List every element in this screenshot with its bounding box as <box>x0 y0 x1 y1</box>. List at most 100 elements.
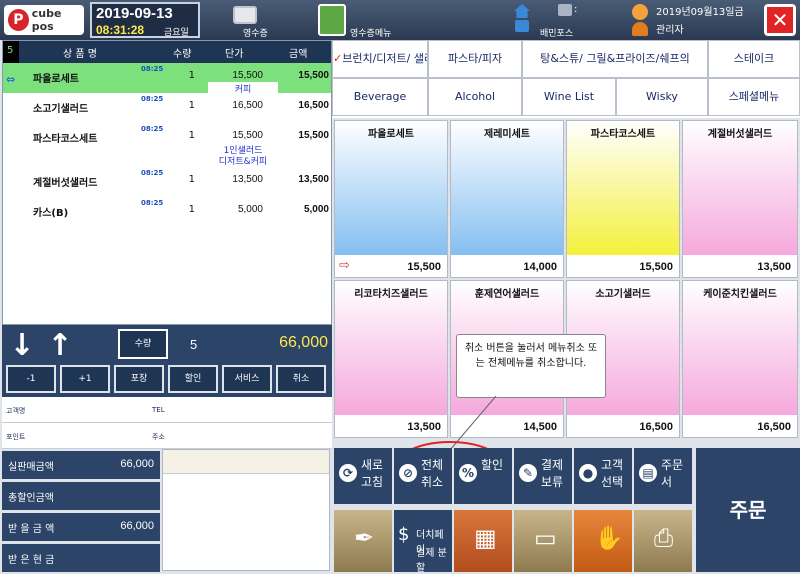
time-text: 08:31:28 <box>96 23 145 37</box>
tab-wine-list[interactable]: Wine List <box>522 78 616 116</box>
arrow-up-button[interactable]: ↑ <box>46 331 74 361</box>
plus-one-button[interactable]: +1 <box>60 365 110 393</box>
hand-coin-icon: ✋ <box>594 524 624 552</box>
receipt-menu-button[interactable]: 영수증메뉴 <box>318 4 408 39</box>
memo-input[interactable] <box>163 450 329 474</box>
menu-item[interactable]: 파올로세트 ⇨ 15,500 <box>334 120 448 278</box>
select-customer-button[interactable]: ● 고객 선택 <box>574 448 632 504</box>
card-button[interactable]: ▭ <box>514 510 572 572</box>
card-icon: ▭ <box>534 524 557 552</box>
summary-label: 총할인금액 <box>8 493 54 504</box>
cancel-item-button[interactable]: 취소 <box>276 365 326 393</box>
sign-button[interactable]: ✒ <box>334 510 392 572</box>
col-amount: 금액 <box>289 49 308 60</box>
cancel-all-button[interactable]: ⊘ 전체 취소 <box>394 448 452 504</box>
summary-value: 66,000 <box>120 458 154 470</box>
tab-alcohol[interactable]: Alcohol <box>428 78 522 116</box>
memo-area[interactable] <box>162 449 330 571</box>
tab-brunch[interactable]: ✓브런치/디저트/ 샐러드 <box>332 40 428 78</box>
pen-icon: ✎ <box>519 464 537 482</box>
dutch-pay-button[interactable]: $ 더치페이 결제 분할 <box>394 510 452 574</box>
action-label: 주문서 <box>661 458 684 489</box>
tab-label: 브런치/디저트/ 샐러드 <box>342 52 427 65</box>
order-list-header: 5 상 품 명 수량 단가 금액 <box>3 41 331 63</box>
delivery-pos-button[interactable]: : 배민포스 <box>512 2 588 39</box>
minus-one-button[interactable]: -1 <box>6 365 56 393</box>
receipt-label: 영수증 <box>243 29 268 39</box>
summary-label: 받 은 현 금 <box>8 555 55 566</box>
menu-item-name: 파올로세트 <box>368 129 414 140</box>
item-price: 15,500 <box>232 70 263 81</box>
summary-value: 66,000 <box>120 520 154 532</box>
percent-icon: % <box>459 464 477 482</box>
item-time: 08:25 <box>141 169 164 177</box>
receipt-print-button[interactable]: ⎙ <box>634 510 692 572</box>
item-time: 08:25 <box>141 199 164 207</box>
menu-item[interactable]: 파스타코스세트 15,500 <box>566 120 680 278</box>
help-callout: 취소 버튼을 눌러서 메뉴취소 또는 전체메뉴를 취소합니다. <box>456 334 606 398</box>
calculator-button[interactable]: ▦ <box>454 510 512 572</box>
refresh-button[interactable]: ⟳ 새로 고침 <box>334 448 392 504</box>
customer-line[interactable]: 포인트 주소 <box>2 423 332 449</box>
payment-hold-button[interactable]: ✎ 결제 보류 <box>514 448 572 504</box>
tab-special[interactable]: 스페셜메뉴 <box>708 78 800 116</box>
customer-line[interactable]: 고객명 TEL <box>2 397 332 423</box>
table-row[interactable]: 계절버섯샐러드 08:25 1 13,500 13,500 <box>3 167 331 197</box>
store-icon <box>515 20 529 32</box>
receipt-menu-label: 영수증메뉴 <box>350 29 392 39</box>
user-icon <box>632 22 648 36</box>
logo-text: cube pos <box>31 7 62 33</box>
tab-beverage[interactable]: Beverage <box>332 78 428 116</box>
table-row[interactable]: ⇔ 파올로세트 08:25 1 15,500 15,500 커피 <box>3 63 331 95</box>
qty-button[interactable]: 수량 <box>118 329 168 359</box>
col-name: 상 품 명 <box>63 49 97 60</box>
payment-summary: 실판매금액 66,000 총할인금액 받 을 금 액 66,000 받 은 현 금 <box>2 449 160 572</box>
delivery-label: 배민포스 <box>540 29 574 39</box>
item-price: 5,000 <box>237 204 263 215</box>
action-label: 전체 취소 <box>421 458 444 489</box>
cancel-icon: ⊘ <box>399 464 417 482</box>
order-button[interactable]: 주문 <box>696 448 800 572</box>
item-name: 계절버섯샐러드 <box>33 178 98 189</box>
menu-item-name: 리코타치즈샐러드 <box>354 289 428 300</box>
person-icon: ● <box>579 464 597 482</box>
order-sheet-button[interactable]: ▤ 주문서 <box>634 448 692 504</box>
tab-wisky[interactable]: Wisky <box>616 78 708 116</box>
item-amount: 5,000 <box>303 204 329 215</box>
item-price: 16,500 <box>232 100 263 111</box>
table-row[interactable]: 파스타코스세트 08:25 1 15,500 15,500 1인샐러드 디저트&… <box>3 123 331 167</box>
close-button[interactable]: ✕ <box>764 4 796 36</box>
discount-button[interactable]: % 할인 <box>454 448 512 504</box>
table-row[interactable]: 소고기샐러드 08:25 1 16,500 16,500 <box>3 93 331 123</box>
cash-button[interactable]: ✋ <box>574 510 632 572</box>
table-row[interactable]: 카스(B) 08:25 1 5,000 5,000 <box>3 197 331 227</box>
money-bag-icon: $ <box>398 524 410 545</box>
discount-item-button[interactable]: 할인 <box>168 365 218 393</box>
tab-stew-grill[interactable]: 탕&스튜/ 그릴&프라이즈/쉐프의 <box>522 40 708 78</box>
date-text: 2019-09-13 <box>96 5 173 22</box>
calculator-icon: ▦ <box>474 524 497 552</box>
item-amount: 16,500 <box>298 100 329 111</box>
menu-item-name: 케이준치킨샐러드 <box>703 289 777 300</box>
pen-nib-icon: ✒ <box>354 524 375 552</box>
tab-pasta[interactable]: 파스타/피자 <box>428 40 522 78</box>
menu-item[interactable]: 계절버섯샐러드 13,500 <box>682 120 798 278</box>
menu-item-name: 제레미세트 <box>484 129 530 140</box>
menu-item-price: 13,500 <box>757 261 791 273</box>
item-time: 08:25 <box>141 95 164 103</box>
receipt-button[interactable]: 영수증 <box>215 4 275 39</box>
takeout-button[interactable]: 포장 <box>114 365 164 393</box>
menu-item[interactable]: 제레미세트 14,000 <box>450 120 564 278</box>
item-name: 소고기샐러드 <box>33 104 89 115</box>
item-count: 5 <box>3 41 19 63</box>
item-qty: 1 <box>188 174 195 185</box>
item-amount: 15,500 <box>298 70 329 81</box>
arrow-down-button[interactable]: ↓ <box>8 331 36 361</box>
item-qty: 1 <box>188 100 195 111</box>
tab-steak[interactable]: 스테이크 <box>708 40 800 78</box>
printer-icon <box>233 6 257 24</box>
action-label: 새로 고침 <box>361 458 384 489</box>
service-button[interactable]: 서비스 <box>222 365 272 393</box>
menu-item[interactable]: 케이준치킨샐러드 16,500 <box>682 280 798 438</box>
item-name: 카스(B) <box>33 208 69 219</box>
